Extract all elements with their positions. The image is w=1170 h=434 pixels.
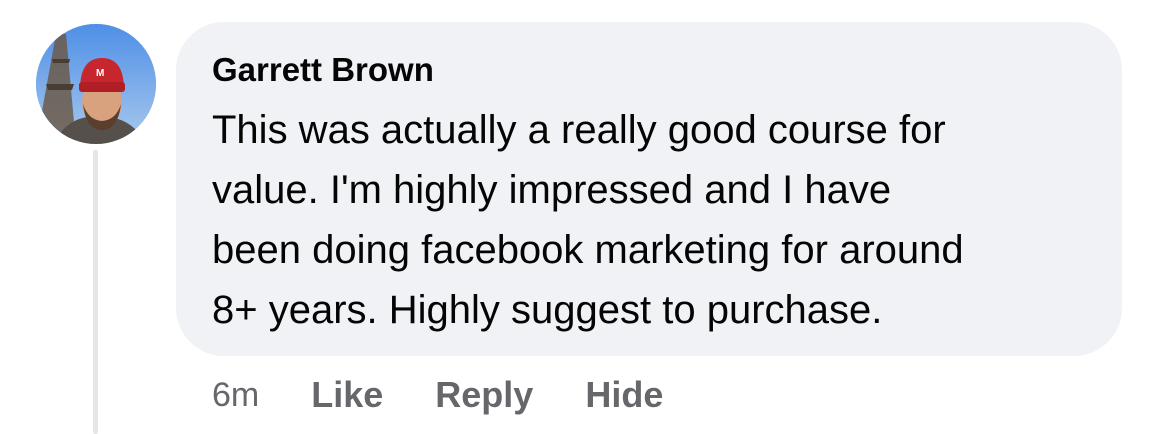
comment-text-line: 8+ years. Highly suggest to purchase. bbox=[212, 288, 883, 332]
comment-timestamp[interactable]: 6m bbox=[212, 376, 259, 415]
thread-line bbox=[93, 150, 98, 434]
comment-text-line: value. I'm highly impressed and I have bbox=[212, 168, 892, 212]
comment-actions: 6m Like Reply Hide bbox=[212, 372, 715, 418]
svg-text:M: M bbox=[96, 68, 104, 79]
hide-button[interactable]: Hide bbox=[585, 374, 663, 416]
comment-text-line: This was actually a really good course f… bbox=[212, 108, 946, 152]
avatar-image: M bbox=[36, 24, 156, 144]
avatar[interactable]: M bbox=[36, 24, 156, 144]
comment-text: This was actually a really good course f… bbox=[212, 100, 1092, 340]
like-button[interactable]: Like bbox=[311, 374, 383, 416]
comment-bubble: Garrett Brown This was actually a really… bbox=[176, 22, 1122, 356]
comment-author[interactable]: Garrett Brown bbox=[212, 50, 1086, 90]
reply-button[interactable]: Reply bbox=[435, 374, 533, 416]
comment-text-line: been doing facebook marketing for around bbox=[212, 228, 964, 272]
